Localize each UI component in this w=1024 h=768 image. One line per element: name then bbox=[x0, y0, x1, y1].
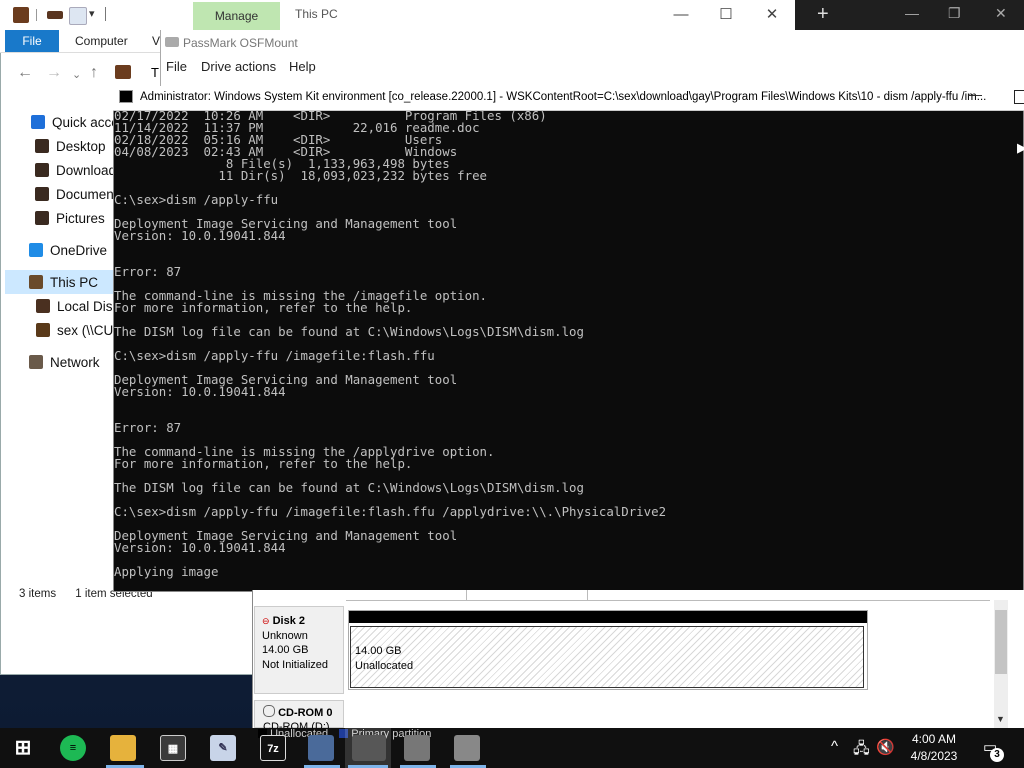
cmd-maximize-icon[interactable] bbox=[1014, 90, 1024, 104]
folder-icon bbox=[35, 211, 49, 225]
divider bbox=[587, 590, 588, 600]
window-title: This PC bbox=[295, 7, 338, 21]
new-tab-icon[interactable]: + bbox=[817, 3, 829, 26]
network-tray-icon[interactable]: 🖧 bbox=[853, 738, 870, 763]
tab-file[interactable]: File bbox=[5, 30, 59, 52]
disk2-label[interactable]: ⊖ Disk 2 Unknown 14.00 GB Not Initialize… bbox=[254, 606, 344, 694]
osfmount-title: PassMark OSFMount bbox=[183, 36, 298, 50]
explorer-app-icon bbox=[13, 7, 29, 23]
network-drive-icon bbox=[36, 323, 50, 337]
show-hidden-icons-icon[interactable]: ^ bbox=[831, 738, 838, 755]
sidebar-item-label: sex (\\CU bbox=[57, 323, 114, 338]
sidebar-item-label: Pictures bbox=[56, 211, 105, 226]
cmd-app-icon bbox=[119, 90, 133, 103]
disk2-name: Disk 2 bbox=[272, 615, 306, 627]
disk2-state: Not Initialized bbox=[262, 658, 329, 671]
spotify-icon[interactable]: ≡ bbox=[60, 735, 86, 761]
cd-icon bbox=[263, 705, 275, 717]
drive-icon bbox=[36, 299, 50, 313]
sidebar-item-label: Desktop bbox=[56, 139, 106, 154]
cdrom-name: CD-ROM 0 bbox=[278, 707, 333, 719]
menu-help[interactable]: Help bbox=[289, 59, 316, 74]
star-icon bbox=[31, 115, 45, 129]
mouse-cursor-icon: ▶ bbox=[1017, 140, 1024, 155]
volume-muted-icon[interactable]: 🔇 bbox=[876, 738, 895, 756]
notepad-icon[interactable]: ✎ bbox=[210, 735, 236, 761]
minimize-icon[interactable]: — bbox=[658, 0, 704, 30]
menu-file[interactable]: File bbox=[166, 59, 187, 74]
folder-icon bbox=[35, 139, 49, 153]
cmd-minimize-icon[interactable]: — bbox=[968, 86, 982, 102]
file-explorer-taskbar-icon[interactable] bbox=[110, 735, 136, 761]
scrollbar-thumb[interactable] bbox=[995, 610, 1007, 674]
maximize-icon[interactable]: ☐ bbox=[703, 0, 749, 30]
disk2-unallocated-region[interactable]: 14.00 GB Unallocated bbox=[350, 626, 864, 688]
properties-icon[interactable] bbox=[47, 11, 63, 19]
clock[interactable]: 4:00 AM 4/8/2023 bbox=[900, 731, 968, 765]
close-icon[interactable]: ✕ bbox=[749, 0, 795, 30]
sidebar-item-label: Local Disk bbox=[57, 299, 120, 314]
tab-manage[interactable]: Manage bbox=[193, 2, 280, 30]
cloud-icon bbox=[29, 243, 43, 257]
browser-minimize-icon[interactable]: — bbox=[905, 5, 919, 21]
status-item-count: 3 items bbox=[19, 588, 57, 600]
disk2-type: Unknown bbox=[262, 629, 308, 642]
clock-date: 4/8/2023 bbox=[910, 749, 958, 763]
disk2-size: 14.00 GB bbox=[262, 644, 309, 656]
browser-close-icon[interactable]: ✕ bbox=[995, 5, 1007, 22]
7zip-icon[interactable]: 7z bbox=[260, 735, 286, 761]
cmd-console-output[interactable]: 02/17/2022 10:26 AM <DIR> Program Files … bbox=[114, 110, 1022, 590]
cdrom-label[interactable]: CD-ROM 0 CD-ROM (D:) bbox=[254, 700, 344, 733]
address-computer-icon bbox=[115, 65, 131, 79]
osfmount-taskbar-icon[interactable] bbox=[454, 735, 480, 761]
osfmount-app-icon bbox=[165, 37, 179, 47]
notification-count-badge: 3 bbox=[990, 748, 1004, 762]
unallocated-size: 14.00 GB bbox=[355, 645, 402, 657]
unallocated-status: Unallocated bbox=[355, 659, 414, 672]
divider bbox=[466, 590, 467, 600]
up-arrow-icon[interactable]: ↑ bbox=[90, 64, 98, 82]
divider bbox=[36, 9, 37, 21]
tab-view[interactable]: V bbox=[152, 34, 160, 48]
start-windows-icon[interactable]: ⊞ bbox=[10, 735, 36, 761]
cmd-title: Administrator: Windows System Kit enviro… bbox=[140, 91, 987, 103]
address-bar-text[interactable]: T bbox=[151, 65, 159, 80]
clock-time: 4:00 AM bbox=[911, 732, 957, 746]
scroll-down-icon[interactable]: ▼ bbox=[996, 714, 1005, 724]
browser-restore-icon[interactable]: ❐ bbox=[948, 5, 961, 22]
taskbar bbox=[0, 728, 1024, 768]
menu-drive-actions[interactable]: Drive actions bbox=[201, 59, 276, 74]
disk2-unallocated-bar bbox=[349, 611, 867, 623]
sidebar-item-label: This PC bbox=[50, 275, 99, 290]
active-taskbar-button bbox=[345, 728, 391, 768]
new-folder-icon[interactable] bbox=[69, 7, 87, 25]
network-share-icon[interactable] bbox=[308, 735, 334, 761]
computer-icon bbox=[29, 275, 43, 289]
back-arrow-icon[interactable]: ← bbox=[17, 64, 33, 82]
tab-computer[interactable]: Computer bbox=[75, 34, 128, 48]
network-icon bbox=[29, 355, 43, 369]
recent-locations-chevron-icon[interactable]: ⌄ bbox=[72, 68, 81, 81]
disk-error-icon: ⊖ bbox=[262, 616, 270, 626]
folder-icon bbox=[35, 187, 49, 201]
customize-qa-chevron-icon[interactable]: ▾ bbox=[89, 7, 95, 20]
sidebar-item-label: Network bbox=[50, 355, 100, 370]
sidebar-item-label: OneDrive bbox=[50, 243, 108, 258]
drive-tool-icon[interactable] bbox=[404, 735, 430, 761]
divider bbox=[105, 7, 106, 21]
disk-management-taskbar-icon[interactable]: ▦ bbox=[160, 735, 186, 761]
folder-icon bbox=[35, 163, 49, 177]
forward-arrow-icon[interactable]: → bbox=[46, 64, 62, 82]
volume-list-bottom bbox=[346, 590, 990, 601]
